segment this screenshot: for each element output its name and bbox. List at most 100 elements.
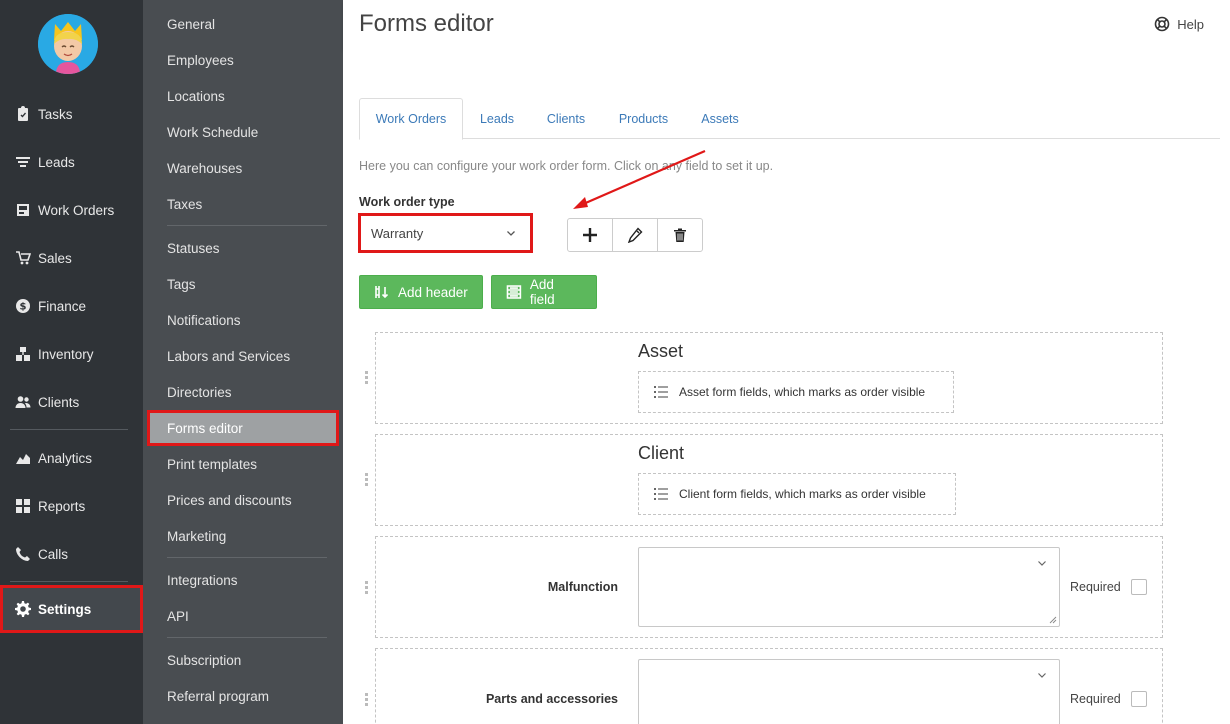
section-block-asset[interactable]: Asset Asset form fields, which marks as … — [365, 332, 1163, 424]
submenu-item-statuses[interactable]: Statuses — [143, 230, 343, 266]
list-icon — [654, 488, 668, 500]
add-field-icon — [506, 285, 522, 299]
nav-item-work-orders[interactable]: Work Orders — [0, 186, 143, 234]
nav-item-calls[interactable]: Calls — [0, 530, 143, 578]
submenu-item-tags[interactable]: Tags — [143, 266, 343, 302]
nav-item-sales[interactable]: Sales — [0, 234, 143, 282]
section-block-client[interactable]: Client Client form fields, which marks a… — [365, 434, 1163, 526]
nav-item-finance[interactable]: $ Finance — [0, 282, 143, 330]
submenu-divider — [167, 557, 327, 558]
add-header-label: Add header — [398, 284, 468, 300]
avatar[interactable] — [38, 14, 98, 74]
submenu-item-notifications[interactable]: Notifications — [143, 302, 343, 338]
submenu-item-employees[interactable]: Employees — [143, 42, 343, 78]
submenu-item-directories[interactable]: Directories — [143, 374, 343, 410]
phone-icon — [14, 545, 32, 563]
submenu-item-marketing[interactable]: Marketing — [143, 518, 343, 554]
help-label: Help — [1177, 16, 1204, 32]
submenu-item-api[interactable]: API — [143, 598, 343, 634]
required-label: Required — [1070, 580, 1121, 594]
submenu-divider — [167, 225, 327, 226]
work-order-type-label: Work order type — [359, 195, 455, 209]
section-fields-placeholder[interactable]: Asset form fields, which marks as order … — [638, 371, 954, 413]
malfunction-input[interactable] — [638, 547, 1060, 627]
nav-label: Work Orders — [38, 202, 115, 218]
nav-item-settings[interactable]: Settings — [0, 585, 143, 633]
required-checkbox[interactable] — [1131, 691, 1147, 707]
section-note: Client form fields, which marks as order… — [679, 487, 926, 501]
delete-type-button[interactable] — [658, 219, 702, 251]
section-fields-placeholder[interactable]: Client form fields, which marks as order… — [638, 473, 956, 515]
nav-item-analytics[interactable]: Analytics — [0, 434, 143, 482]
pencil-icon — [627, 227, 643, 243]
required-label: Required — [1070, 692, 1121, 706]
field-label: Parts and accessories — [485, 692, 618, 706]
nav-label: Sales — [38, 250, 72, 266]
nav-label: Calls — [38, 546, 69, 562]
boxes-icon — [14, 345, 32, 363]
add-header-icon — [375, 286, 389, 299]
edit-type-button[interactable] — [613, 219, 658, 251]
drag-handle[interactable] — [365, 693, 371, 707]
lifebuoy-icon — [1154, 16, 1170, 32]
nav-label: Clients — [38, 394, 80, 410]
add-field-label: Add field — [529, 277, 555, 307]
nav-item-leads[interactable]: Leads — [0, 138, 143, 186]
section-note: Asset form fields, which marks as order … — [679, 385, 926, 399]
resize-grip-icon[interactable] — [1049, 616, 1057, 624]
drag-handle[interactable] — [365, 473, 371, 487]
nav-item-tasks[interactable]: Tasks — [0, 90, 143, 138]
section-title: Asset — [638, 341, 684, 361]
gear-icon — [14, 600, 32, 618]
add-type-button[interactable] — [568, 219, 613, 251]
main-content: Work Orders Leads Clients Products Asset… — [343, 50, 1230, 724]
tab-clients[interactable]: Clients — [531, 98, 601, 139]
submenu-item-general[interactable]: General — [143, 6, 343, 42]
nav-label: Analytics — [38, 450, 93, 466]
field-label: Malfunction — [547, 580, 618, 594]
help-link[interactable]: Help — [1154, 16, 1204, 32]
plus-icon — [583, 228, 597, 242]
submenu-item-prices-and-discounts[interactable]: Prices and discounts — [143, 482, 343, 518]
submenu-item-integrations[interactable]: Integrations — [143, 562, 343, 598]
nav-label: Reports — [38, 498, 86, 514]
nav-item-clients[interactable]: Clients — [0, 378, 143, 426]
submenu-item-warehouses[interactable]: Warehouses — [143, 150, 343, 186]
section-title: Client — [638, 443, 685, 463]
work-orders-icon — [14, 201, 32, 219]
submenu-item-labors-and-services[interactable]: Labors and Services — [143, 338, 343, 374]
submenu-divider — [167, 637, 327, 638]
dollar-icon: $ — [14, 297, 32, 315]
nav-item-reports[interactable]: Reports — [0, 482, 143, 530]
page-header: Forms editor Help — [343, 0, 1230, 50]
parts-and-accessories-input[interactable] — [638, 659, 1060, 724]
nav-label: Finance — [38, 298, 87, 314]
submenu-item-forms-editor[interactable]: Forms editor — [147, 410, 339, 446]
submenu-item-locations[interactable]: Locations — [143, 78, 343, 114]
page-title: Forms editor — [359, 10, 494, 37]
tab-products[interactable]: Products — [601, 98, 686, 139]
submenu-item-referral-program[interactable]: Referral program — [143, 678, 343, 714]
chevron-down-icon — [1038, 561, 1046, 566]
reports-icon — [14, 497, 32, 515]
add-header-button[interactable]: Add header — [359, 275, 483, 309]
tab-work-orders[interactable]: Work Orders — [359, 98, 463, 140]
drag-handle[interactable] — [365, 371, 371, 385]
add-field-button[interactable]: Add field — [491, 275, 597, 309]
submenu-item-taxes[interactable]: Taxes — [143, 186, 343, 222]
users-icon — [14, 393, 32, 411]
svg-text:$: $ — [20, 302, 27, 313]
nav-label: Tasks — [38, 106, 73, 122]
work-order-type-select[interactable]: Warranty — [358, 213, 533, 253]
tab-leads[interactable]: Leads — [463, 98, 531, 139]
tab-assets[interactable]: Assets — [686, 98, 754, 139]
submenu-item-work-schedule[interactable]: Work Schedule — [143, 114, 343, 150]
required-checkbox[interactable] — [1131, 579, 1147, 595]
field-block-parts-and-accessories[interactable]: Parts and accessories Required — [365, 648, 1163, 724]
chevron-down-icon — [507, 231, 515, 236]
field-block-malfunction[interactable]: Malfunction Required — [365, 536, 1163, 638]
nav-item-inventory[interactable]: Inventory — [0, 330, 143, 378]
submenu-item-subscription[interactable]: Subscription — [143, 642, 343, 678]
submenu-item-print-templates[interactable]: Print templates — [143, 446, 343, 482]
drag-handle[interactable] — [365, 581, 371, 595]
